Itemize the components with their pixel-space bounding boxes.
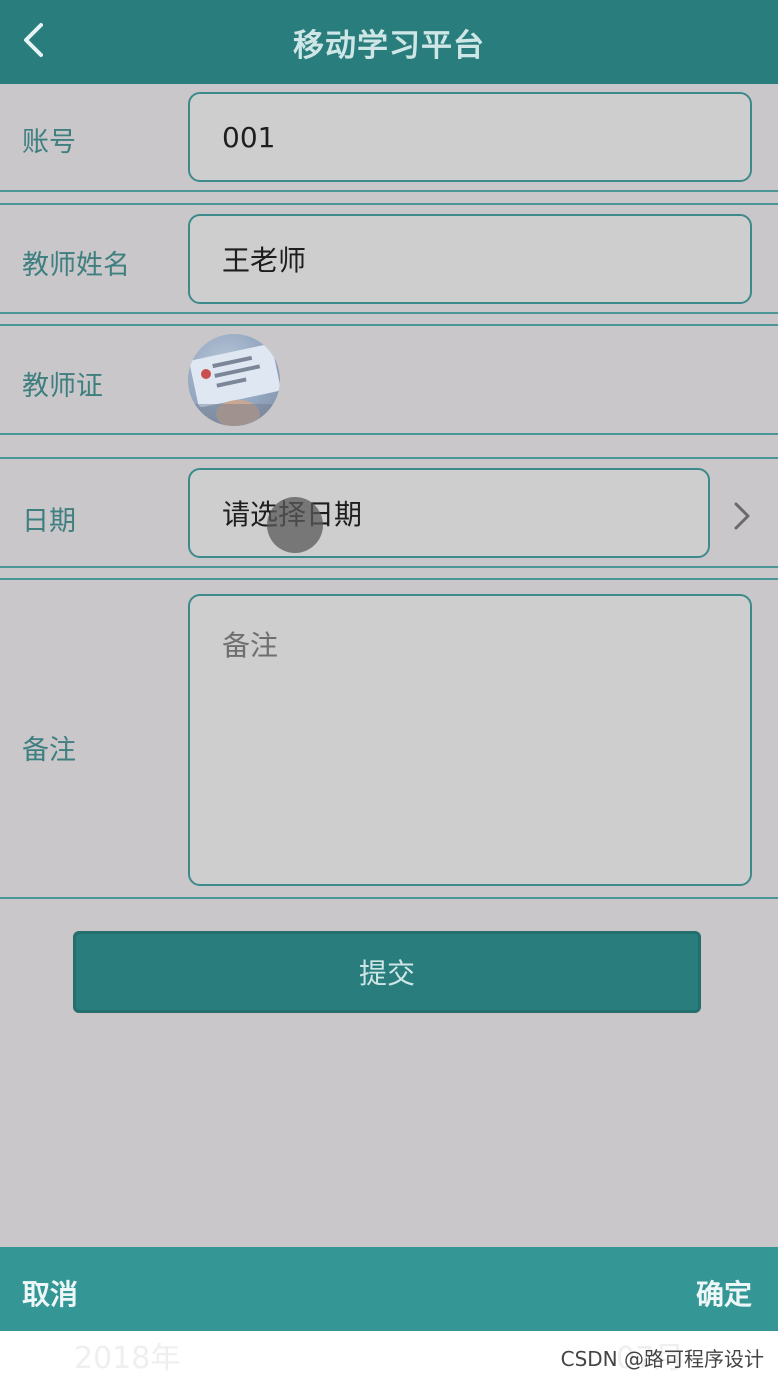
remarks-textarea[interactable]: 备注 xyxy=(188,594,752,886)
app-header: 移动学习平台 xyxy=(0,0,778,84)
id-card-photo-icon xyxy=(188,344,280,426)
chevron-right-icon[interactable] xyxy=(732,501,752,531)
picker-confirm-button[interactable]: 确定 xyxy=(696,1273,752,1313)
teacher-name-row: 教师姓名 王老师 xyxy=(0,203,778,314)
page-title: 移动学习平台 xyxy=(293,27,485,64)
watermark: CSDN @路可程序设计 xyxy=(560,1347,764,1371)
teacher-name-label: 教师姓名 xyxy=(22,250,130,281)
submit-button[interactable]: 提交 xyxy=(73,931,701,1013)
account-label: 账号 xyxy=(22,127,76,158)
teacher-cert-label: 教师证 xyxy=(22,371,103,402)
account-field[interactable]: 001 xyxy=(188,92,752,182)
date-row: 日期 请选择日期 xyxy=(0,457,778,568)
date-label: 日期 xyxy=(22,506,76,537)
teacher-cert-row: 教师证 xyxy=(0,324,778,435)
back-button[interactable] xyxy=(14,18,54,62)
chevron-left-icon xyxy=(24,23,43,57)
remarks-label: 备注 xyxy=(22,735,76,766)
account-row: 账号 001 xyxy=(0,84,778,192)
date-picker-wheel: 2018年 07月 CSDN @路可程序设计 xyxy=(0,1331,778,1375)
picker-cancel-button[interactable]: 取消 xyxy=(22,1273,78,1313)
date-picker-field[interactable]: 请选择日期 xyxy=(188,468,710,558)
date-picker-toolbar: 取消 确定 xyxy=(0,1247,778,1331)
picker-year-option[interactable]: 2018年 xyxy=(74,1333,180,1375)
teacher-name-field[interactable]: 王老师 xyxy=(188,214,752,304)
teacher-cert-image[interactable] xyxy=(188,334,280,426)
touch-indicator xyxy=(267,497,323,553)
remarks-row: 备注 备注 xyxy=(0,578,778,899)
